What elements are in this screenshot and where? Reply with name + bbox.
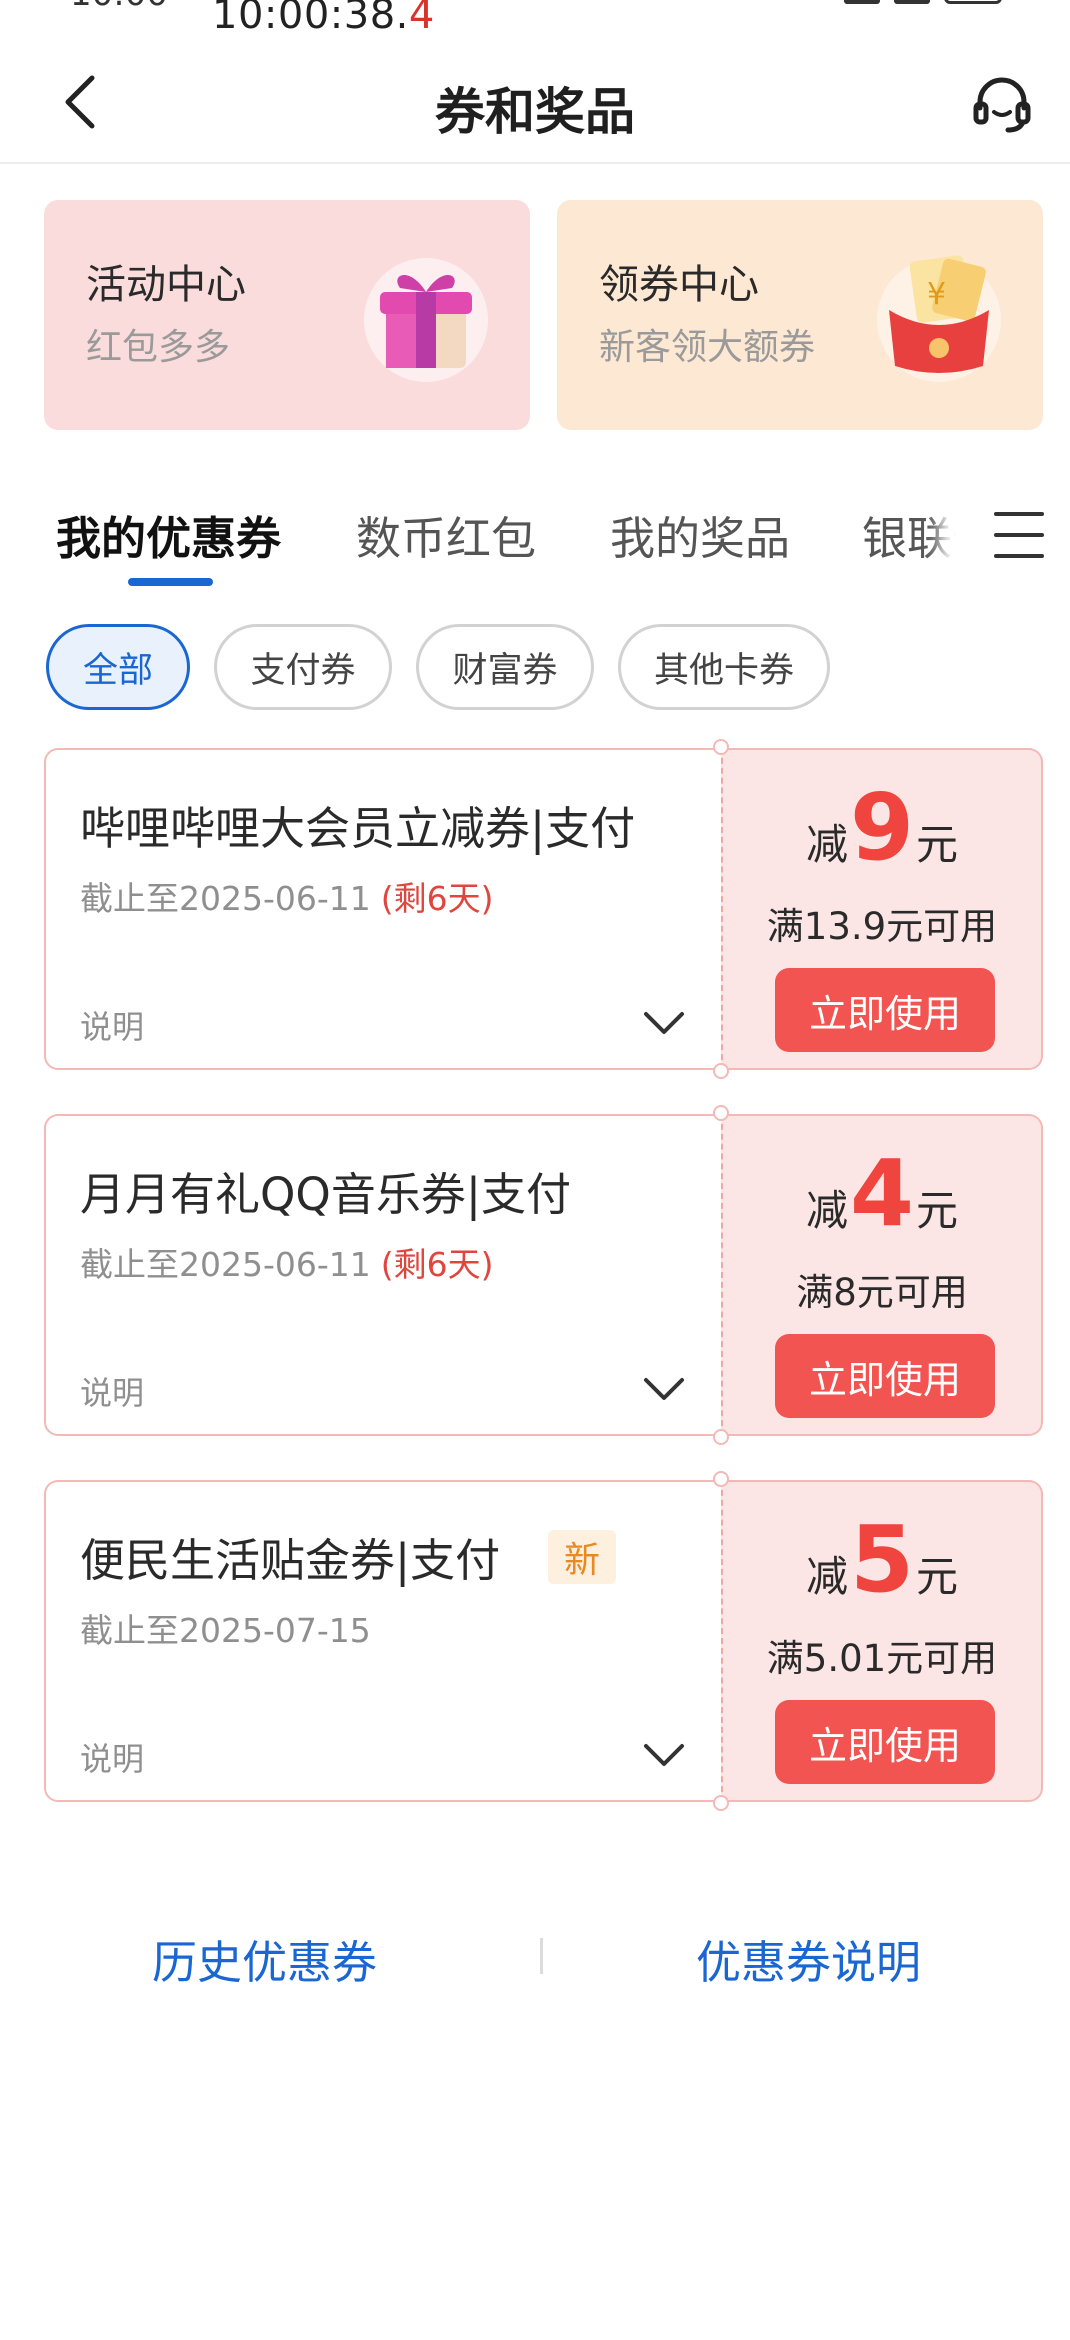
tab-menu-button[interactable]: [956, 490, 1048, 580]
coupon-expiry-date: 截止至2025-06-11: [80, 1245, 371, 1284]
status-time: 10:00: [70, 0, 168, 14]
coupon-info: 月月有礼QQ音乐券|支付 截止至2025-06-11 (剩6天) 说明: [44, 1114, 721, 1436]
coupon-description-label[interactable]: 说明: [80, 1002, 144, 1048]
amount-value: 5: [849, 1506, 914, 1613]
coupon-tabs: 我的优惠券 数币红包 我的奖品 银联卡: [0, 490, 1070, 590]
ticket-notch: [713, 1105, 729, 1121]
ticket-notch: [713, 1795, 729, 1811]
coupon-center-subtitle: 新客领大额券: [599, 327, 816, 368]
tab-my-coupons[interactable]: 我的优惠券: [56, 502, 281, 567]
use-now-button[interactable]: 立即使用: [775, 1700, 995, 1784]
menu-icon: [994, 512, 1044, 558]
chevron-down-icon[interactable]: [642, 1374, 686, 1404]
coupon-name: 便民生活贴金券|支付: [80, 1534, 501, 1587]
clock-ms: 4: [408, 0, 435, 38]
headset-icon[interactable]: [970, 72, 1034, 136]
coupon-amount: 减 5 元: [723, 1514, 1041, 1606]
amount-unit: 元: [916, 1186, 959, 1235]
coupon-expiry-date: 截止至2025-06-11: [80, 879, 371, 918]
activity-center-card[interactable]: 活动中心 红包多多: [44, 200, 530, 430]
history-coupons-link[interactable]: 历史优惠券: [152, 1926, 377, 1991]
coupon-card: 便民生活贴金券|支付 新 截止至2025-07-15 说明 减 5 元 满5.0…: [44, 1471, 1043, 1811]
amount-unit: 元: [916, 1552, 959, 1601]
coupon-days-left: (剩6天): [380, 1245, 494, 1284]
ticket-notch: [713, 1063, 729, 1079]
coupon-value-panel: 减 9 元 满13.9元可用 立即使用: [721, 748, 1043, 1070]
ticket-notch: [713, 739, 729, 755]
reduce-label: 减: [805, 820, 848, 869]
coupon-amount: 减 4 元: [723, 1148, 1041, 1240]
tab-digital-red-packets[interactable]: 数币红包: [356, 502, 536, 567]
coupon-expiry: 截止至2025-06-11 (剩6天): [80, 1238, 494, 1286]
status-bar: 10:00 10:00:38.4: [0, 0, 1070, 50]
signal-icon: [844, 0, 880, 4]
filter-wealth-coupon[interactable]: 财富券: [416, 624, 594, 710]
coupon-value-panel: 减 5 元 满5.01元可用 立即使用: [721, 1480, 1043, 1802]
use-now-button[interactable]: 立即使用: [775, 968, 995, 1052]
coupon-condition: 满13.9元可用: [766, 905, 998, 948]
coupon-amount: 减 9 元: [723, 782, 1041, 874]
tab-my-prizes[interactable]: 我的奖品: [610, 502, 790, 567]
wifi-icon: [894, 0, 930, 4]
chevron-down-icon[interactable]: [642, 1008, 686, 1038]
top-navigation-bar: 券和奖品: [0, 50, 1070, 164]
red-envelope-icon: ¥: [877, 255, 1001, 382]
clock-main: 10:00:38.: [212, 0, 409, 38]
page-title: 券和奖品: [435, 83, 635, 141]
coupon-name: 哔哩哔哩大会员立减券|支付: [80, 802, 636, 855]
use-now-button[interactable]: 立即使用: [775, 1334, 995, 1418]
filter-other-cards[interactable]: 其他卡券: [618, 624, 830, 710]
reduce-label: 减: [805, 1552, 848, 1601]
coupon-center-card[interactable]: 领券中心 新客领大额券 ¥: [557, 200, 1043, 430]
ticket-notch: [713, 1471, 729, 1487]
amount-unit: 元: [916, 820, 959, 869]
gift-box-icon: [364, 258, 488, 382]
coupon-explanation-link[interactable]: 优惠券说明: [696, 1926, 921, 1991]
ticket-notch: [713, 1429, 729, 1445]
battery-icon: [944, 0, 1002, 4]
coupon-value-panel: 减 4 元 满8元可用 立即使用: [721, 1114, 1043, 1436]
coupon-description-label[interactable]: 说明: [80, 1734, 144, 1780]
coupon-days-left: (剩6天): [380, 879, 494, 918]
coupon-info: 便民生活贴金券|支付 新 截止至2025-07-15 说明: [44, 1480, 721, 1802]
coupon-expiry: 截止至2025-06-11 (剩6天): [80, 872, 494, 920]
filter-all[interactable]: 全部: [46, 624, 190, 710]
amount-value: 4: [849, 1140, 914, 1247]
coupon-card: 月月有礼QQ音乐券|支付 截止至2025-06-11 (剩6天) 说明 减 4 元…: [44, 1105, 1043, 1445]
coupon-condition: 满8元可用: [796, 1271, 968, 1314]
coupon-name: 月月有礼QQ音乐券|支付: [80, 1168, 572, 1221]
svg-text:¥: ¥: [927, 277, 946, 312]
activity-center-title: 活动中心: [86, 262, 246, 308]
status-icons: [844, 0, 1002, 4]
filter-payment-coupon[interactable]: 支付券: [214, 624, 392, 710]
reduce-label: 减: [805, 1186, 848, 1235]
coupon-card: 哔哩哔哩大会员立减券|支付 截止至2025-06-11 (剩6天) 说明 减 9 …: [44, 739, 1043, 1079]
coupon-expiry: 截止至2025-07-15: [80, 1604, 371, 1652]
link-divider: [540, 1938, 543, 1974]
coupon-info: 哔哩哔哩大会员立减券|支付 截止至2025-06-11 (剩6天) 说明: [44, 748, 721, 1070]
coupon-description-label[interactable]: 说明: [80, 1368, 144, 1414]
new-badge: 新: [548, 1530, 617, 1584]
activity-center-subtitle: 红包多多: [86, 327, 231, 368]
coupon-center-title: 领券中心: [599, 262, 759, 308]
floating-clock: 10:00:38.4: [212, 0, 435, 38]
bottom-links: 历史优惠券 优惠券说明: [0, 1920, 1070, 1990]
active-tab-indicator: [128, 578, 213, 586]
coupon-expiry-date: 截止至2025-07-15: [80, 1611, 371, 1650]
coupon-condition: 满5.01元可用: [766, 1637, 998, 1680]
chevron-down-icon[interactable]: [642, 1740, 686, 1770]
amount-value: 9: [849, 774, 914, 881]
